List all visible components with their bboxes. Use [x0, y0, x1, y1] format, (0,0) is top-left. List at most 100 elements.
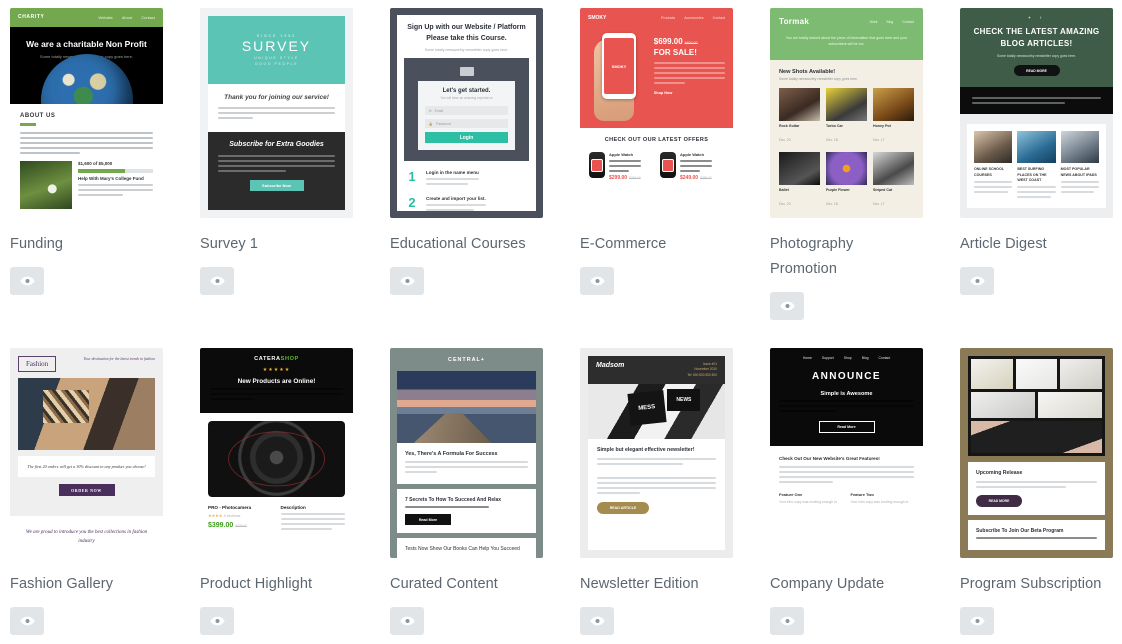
thanks-section: Thank you for joining our service!: [208, 84, 345, 132]
template-thumbnail-article-digest[interactable]: ✦ f CHECK THE LATEST AMAZING BLOG ARTICL…: [960, 8, 1113, 218]
nav-links: Home Support Shop Blog Contact: [802, 356, 891, 360]
subscribe-title: Subscribe To Join Our Beta Program: [976, 528, 1064, 534]
template-card-funding[interactable]: CHARITY Website About Contact We are a cha…: [10, 8, 200, 348]
shot-item: Turbo Car Dec. 18: [826, 88, 867, 146]
template-thumbnail-e-commerce[interactable]: SMOKY Products Accessories Contact SMOKY $…: [580, 8, 733, 218]
product-price: $249.00 $299.00: [680, 175, 712, 181]
section-title: Check Out Our New Website's Great Featur…: [779, 456, 880, 461]
preview-button-program-subscription[interactable]: [960, 606, 994, 635]
product-section: PRO - Photocamera ★★★★ 4 reviews $399.00…: [200, 413, 353, 558]
article-title: MOST POPULAR NEWS ABOUT IPADS: [1060, 167, 1097, 177]
preview-button-curated-content[interactable]: [390, 606, 424, 635]
hero-body: You are totally stoked about the piece o…: [785, 36, 908, 47]
social-icons: ✦ f: [1027, 15, 1046, 20]
footer-text: We are proud to introduce you the best c…: [10, 516, 163, 558]
template-card-fashion-gallery[interactable]: Fashion Your destination for the latest …: [10, 348, 200, 644]
template-card-photography-promotion[interactable]: Tormak Work Blog Contact You are totally s…: [770, 8, 960, 348]
subheadline: Some totally newsworthy newsletter copy …: [424, 48, 509, 52]
login-title: Let's get started.: [442, 88, 491, 94]
preview-button-funding[interactable]: [10, 266, 44, 295]
eye-icon: [969, 616, 985, 626]
template-thumbnail-educational-courses[interactable]: Sign Up with our Website / Platform Plea…: [390, 8, 543, 218]
feature-body: Your intro copy was exciting enough to: [779, 500, 837, 504]
preview-button-product-highlight[interactable]: [200, 606, 234, 635]
eye-icon: [779, 301, 795, 311]
template-name-newsletter-edition: Newsletter Edition: [580, 576, 699, 592]
subscribe-title: Subscribe for Extra Goodies: [229, 141, 324, 148]
thanks-title: Thank you for joining our service!: [224, 94, 329, 101]
preview-button-educational-courses[interactable]: [390, 266, 424, 295]
article-title: 7 Secrets To How To Succeed And Relax: [405, 497, 502, 503]
preview-button-photography-promotion[interactable]: [770, 291, 804, 320]
preview-button-article-digest[interactable]: [960, 266, 994, 295]
read-more-button: READ MORE: [1013, 65, 1060, 77]
template-card-curated-content[interactable]: CENTRAL+ Yes, There's A Formula For Succ…: [390, 348, 580, 644]
template-thumbnail-fashion-gallery[interactable]: Fashion Your destination for the latest …: [10, 348, 163, 558]
phone-photo: SMOKY: [588, 31, 654, 121]
hero-price: $699.00 $800.00: [653, 37, 698, 46]
shots-section: New Shots Available! Some totally newswo…: [770, 60, 923, 218]
campaign-image: [20, 161, 72, 209]
template-card-article-digest[interactable]: ✦ f CHECK THE LATEST AMAZING BLOG ARTICL…: [960, 8, 1122, 348]
article-title: Yes, There's A Formula For Success: [405, 451, 498, 457]
preview-button-survey-1[interactable]: [200, 266, 234, 295]
hero-subtitle: Simple is Awesome: [820, 391, 873, 397]
shot-date: Dec. 20: [779, 138, 791, 143]
product-price: $299.00 $349.00: [609, 175, 641, 181]
template-thumbnail-program-subscription[interactable]: Upcoming Release READ MORE Subscribe To …: [960, 348, 1113, 558]
article-primary: Yes, There's A Formula For Success: [397, 443, 536, 484]
template-name-company-update: Company Update: [770, 576, 885, 592]
shot-title: Honey Pot: [873, 124, 891, 129]
template-thumbnail-photography-promotion[interactable]: Tormak Work Blog Contact You are totally s…: [770, 8, 923, 218]
template-thumbnail-product-highlight[interactable]: CATERASHOP ★★★★★ New Products are Online…: [200, 348, 353, 558]
product-image: [208, 421, 345, 497]
envelope-icon: ✉: [428, 108, 432, 113]
masthead: Madsom Issue #01 November 2020 Tel: 800 80…: [588, 356, 725, 385]
article-secondary: 7 Secrets To How To Succeed And Relax Re…: [397, 489, 536, 533]
template-name-program-subscription: Program Subscription: [960, 576, 1102, 592]
product-item: Apple Watch $249.00 $299.00: [660, 152, 724, 181]
shot-image: [873, 152, 914, 186]
template-card-educational-courses[interactable]: Sign Up with our Website / Platform Plea…: [390, 8, 580, 348]
article-title: ONLINE SCHOOL COURSES: [974, 167, 1004, 177]
preview-button-e-commerce[interactable]: [580, 266, 614, 295]
shot-image: [779, 152, 820, 186]
template-card-product-highlight[interactable]: CATERASHOP ★★★★★ New Products are Online…: [200, 348, 390, 644]
shot-image: [826, 152, 867, 186]
product-image: [589, 152, 605, 178]
template-card-newsletter-edition[interactable]: Madsom Issue #01 November 2020 Tel: 800 80…: [580, 348, 770, 644]
preview-button-company-update[interactable]: [770, 606, 804, 635]
article-image: [974, 131, 1013, 164]
preview-button-newsletter-edition[interactable]: [580, 606, 614, 635]
template-gallery: CHARITY Website About Contact We are a cha…: [0, 0, 1122, 644]
read-more-button: READ MORE: [976, 495, 1022, 507]
product-rating: ★★★★ 4 reviews: [208, 513, 241, 518]
hero-banner: We are a charitable Non Profit Some tota…: [10, 26, 163, 104]
template-card-e-commerce[interactable]: SMOKY Products Accessories Contact SMOKY $…: [580, 8, 770, 348]
template-card-company-update[interactable]: Home Support Shop Blog Contact ANNOUNCE Simp…: [770, 348, 960, 644]
template-thumbnail-survey-1[interactable]: SINCE 1952 SURVEY UNIQUE STYLE GOOD PEOP…: [200, 8, 353, 218]
login-button: Login: [424, 132, 509, 143]
template-thumbnail-newsletter-edition[interactable]: Madsom Issue #01 November 2020 Tel: 800 80…: [580, 348, 733, 558]
article-third: Tests Now Show Our Books Can Help You Su…: [397, 538, 536, 558]
article-image: [1060, 131, 1099, 164]
step-item: 2 Create and import your list.: [406, 196, 527, 214]
nav-links: Work Blog Contact: [869, 19, 914, 24]
section-title: ABOUT US: [20, 113, 56, 119]
template-card-survey-1[interactable]: SINCE 1952 SURVEY UNIQUE STYLE GOOD PEOP…: [200, 8, 390, 348]
tagline: Your destination for the latest trends i…: [83, 357, 155, 361]
feature-item: Feature One Your intro copy was exciting…: [779, 492, 843, 504]
template-thumbnail-funding[interactable]: CHARITY Website About Contact We are a cha…: [10, 8, 163, 218]
product-name: PRO - Photocamera: [208, 505, 252, 510]
template-card-program-subscription[interactable]: Upcoming Release READ MORE Subscribe To …: [960, 348, 1122, 644]
article-title: Simple but elegant effective newsletter!: [597, 447, 695, 454]
template-name-article-digest: Article Digest: [960, 236, 1047, 252]
template-thumbnail-company-update[interactable]: Home Support Shop Blog Contact ANNOUNCE Simp…: [770, 348, 923, 558]
template-name-photography-promotion: Photography Promotion: [770, 236, 854, 277]
shot-date: Dec. 18: [826, 138, 838, 143]
lock-icon: 🔒: [428, 121, 433, 126]
read-more-button: Read More: [405, 514, 451, 525]
preview-button-fashion-gallery[interactable]: [10, 606, 44, 635]
template-thumbnail-curated-content[interactable]: CENTRAL+ Yes, There's A Formula For Succ…: [390, 348, 543, 558]
shot-item: Striped Cat Dec. 17: [873, 152, 914, 210]
